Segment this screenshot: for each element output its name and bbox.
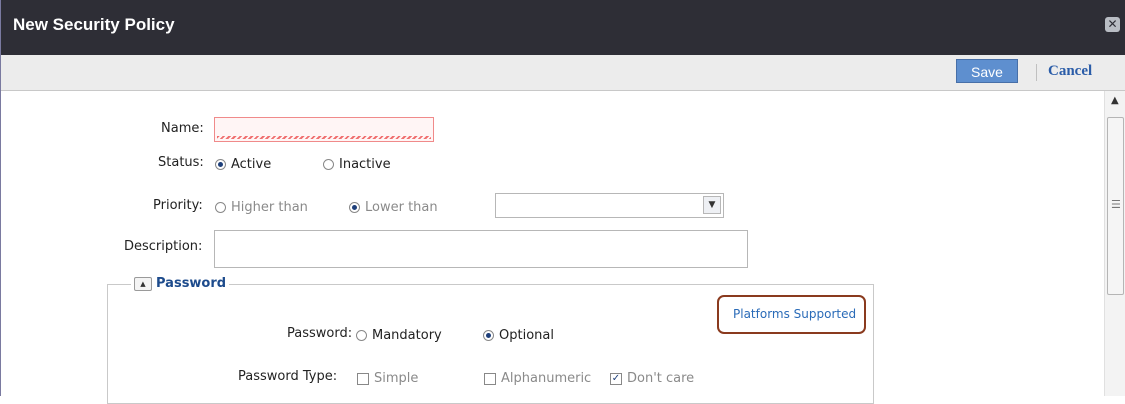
password-label: Password:: [287, 326, 353, 341]
password-mandatory-radio[interactable]: Mandatory: [356, 328, 442, 343]
description-input[interactable]: [214, 230, 748, 268]
chevron-down-icon[interactable]: ▼: [703, 196, 721, 214]
checkbox-icon: [484, 372, 496, 385]
priority-label: Priority:: [153, 198, 203, 213]
name-input[interactable]: [214, 117, 434, 142]
collapse-icon[interactable]: ▲: [134, 276, 152, 291]
password-section-header[interactable]: ▲ Password: [131, 276, 230, 291]
toolbar-divider: [1036, 64, 1037, 81]
scroll-up-icon[interactable]: ▲: [1111, 95, 1119, 106]
radio-icon: [323, 159, 334, 170]
password-type-dontcare-checkbox[interactable]: ✓ Don't care: [610, 371, 694, 386]
password-type-alphanumeric-checkbox[interactable]: Alphanumeric: [484, 371, 591, 386]
name-label: Name:: [161, 121, 204, 136]
radio-icon: [356, 330, 367, 341]
checkbox-checked-icon: ✓: [610, 372, 622, 385]
password-optional-radio[interactable]: Optional: [483, 328, 554, 343]
password-type-label: Password Type:: [238, 369, 338, 384]
password-type-alphanumeric-label: Alphanumeric: [501, 371, 592, 386]
status-active-radio[interactable]: Active: [215, 157, 271, 172]
validation-squiggle: [217, 136, 431, 139]
status-inactive-label: Inactive: [339, 157, 391, 172]
status-label: Status:: [158, 155, 204, 170]
checkbox-icon: [357, 372, 369, 385]
priority-select[interactable]: ▼: [495, 193, 724, 218]
title-bar: New Security Policy ✕: [1, 0, 1125, 55]
radio-icon: [215, 202, 226, 213]
platforms-supported-link[interactable]: Platforms Supported: [733, 307, 856, 321]
priority-lower-label: Lower than: [365, 200, 438, 215]
dialog-title: New Security Policy: [13, 15, 175, 34]
toolbar: Save Cancel: [1, 55, 1125, 91]
password-type-simple-label: Simple: [374, 371, 419, 386]
scroll-thumb[interactable]: ☰: [1107, 117, 1124, 295]
cancel-button[interactable]: Cancel: [1048, 63, 1092, 80]
password-mandatory-label: Mandatory: [372, 328, 442, 343]
close-icon[interactable]: ✕: [1105, 17, 1120, 32]
password-type-simple-checkbox[interactable]: Simple: [357, 371, 418, 386]
priority-higher-radio[interactable]: Higher than: [215, 200, 308, 215]
radio-selected-icon: [349, 202, 360, 213]
priority-higher-label: Higher than: [231, 200, 308, 215]
platforms-supported-highlight: Platforms Supported: [717, 295, 866, 334]
status-active-label: Active: [231, 157, 272, 172]
dialog-window: New Security Policy ✕ Save Cancel ▲ ☰ Na…: [0, 0, 1125, 404]
description-label: Description:: [124, 239, 203, 254]
vertical-scrollbar[interactable]: ▲ ☰: [1104, 91, 1125, 396]
password-optional-label: Optional: [499, 328, 554, 343]
radio-selected-icon: [483, 330, 494, 341]
password-section-title: Password: [156, 276, 227, 291]
status-inactive-radio[interactable]: Inactive: [323, 157, 391, 172]
password-type-dontcare-label: Don't care: [627, 371, 695, 386]
save-button[interactable]: Save: [956, 59, 1018, 83]
priority-lower-radio[interactable]: Lower than: [349, 200, 438, 215]
radio-selected-icon: [215, 159, 226, 170]
grip-icon: ☰: [1111, 198, 1121, 211]
